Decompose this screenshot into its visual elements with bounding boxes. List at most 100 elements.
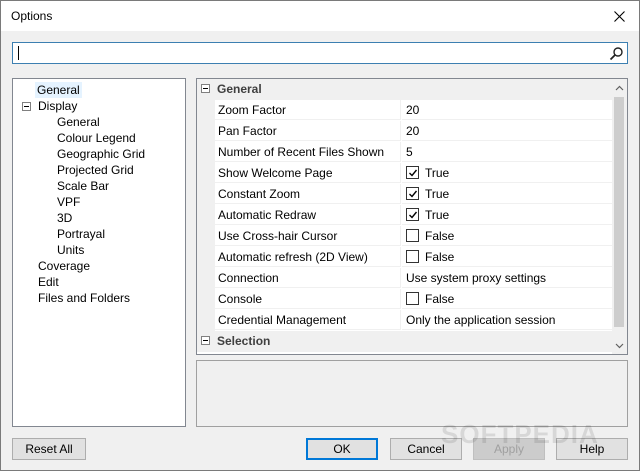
tree-item[interactable]: General bbox=[57, 114, 100, 130]
property-value-text: False bbox=[425, 291, 455, 306]
property-row[interactable]: Console False bbox=[197, 289, 613, 310]
tree-item[interactable]: Scale Bar bbox=[57, 178, 109, 194]
tree-item[interactable]: Units bbox=[57, 242, 84, 258]
row-gutter bbox=[197, 226, 215, 247]
checkmark-icon bbox=[408, 211, 417, 219]
property-row[interactable]: Show Welcome Page True bbox=[197, 163, 613, 184]
property-value[interactable]: Use system proxy settings bbox=[402, 268, 613, 288]
checkbox[interactable] bbox=[406, 229, 419, 242]
property-value[interactable]: False bbox=[402, 247, 613, 267]
category-row[interactable]: Selection bbox=[197, 331, 613, 352]
tree-item[interactable]: Colour Legend bbox=[57, 130, 136, 146]
property-row[interactable]: Constant Zoom True bbox=[197, 184, 613, 205]
property-value[interactable]: Only the application session bbox=[402, 310, 613, 330]
property-name: Zoom Factor bbox=[215, 100, 401, 120]
property-value[interactable]: 5 bbox=[402, 142, 613, 162]
property-grid-scrollbar[interactable] bbox=[612, 79, 627, 354]
row-gutter bbox=[197, 142, 215, 163]
tree-item[interactable]: Projected Grid bbox=[57, 162, 134, 178]
property-name: Automatic Redraw bbox=[215, 205, 401, 225]
tree-item[interactable]: General bbox=[35, 82, 82, 98]
tree-item[interactable]: Portrayal bbox=[57, 226, 105, 242]
text-caret bbox=[18, 46, 19, 60]
search-icon[interactable] bbox=[609, 46, 624, 61]
property-value[interactable]: 20 bbox=[402, 121, 613, 141]
property-value[interactable]: 20 bbox=[402, 100, 613, 120]
category-row[interactable]: General bbox=[197, 79, 613, 100]
tree-item[interactable]: 3D bbox=[57, 210, 72, 226]
checkmark-icon bbox=[408, 169, 417, 177]
collapse-icon[interactable] bbox=[201, 84, 210, 93]
scroll-up-button[interactable] bbox=[612, 79, 627, 96]
property-row[interactable]: Automatic Redraw True bbox=[197, 205, 613, 226]
property-value-text: 20 bbox=[406, 123, 420, 138]
tree-item[interactable]: Display bbox=[38, 98, 77, 114]
property-value-text: False bbox=[425, 249, 455, 264]
tree-item[interactable]: Edit bbox=[38, 274, 59, 290]
checkbox[interactable] bbox=[406, 208, 419, 221]
chevron-down-icon bbox=[615, 343, 624, 348]
row-gutter bbox=[197, 289, 215, 310]
property-value-text: True bbox=[425, 207, 450, 222]
scrollbar-thumb[interactable] bbox=[614, 97, 624, 327]
property-value-text: Only the application session bbox=[406, 312, 556, 327]
property-value-text: 5 bbox=[406, 144, 413, 159]
property-name: Connection bbox=[215, 268, 401, 288]
property-grid[interactable]: General Zoom Factor 20 Pan Factor 20 Number o… bbox=[196, 78, 628, 355]
ok-button[interactable]: OK bbox=[306, 438, 378, 460]
checkbox[interactable] bbox=[406, 250, 419, 263]
property-name: Show Welcome Page bbox=[215, 163, 401, 183]
row-gutter bbox=[197, 163, 215, 184]
property-value-text: True bbox=[425, 186, 450, 201]
row-gutter bbox=[197, 268, 215, 289]
property-value-text: True bbox=[425, 165, 450, 180]
checkbox[interactable] bbox=[406, 166, 419, 179]
property-value[interactable]: True bbox=[402, 184, 613, 204]
close-icon bbox=[613, 10, 625, 22]
property-value-text: 20 bbox=[406, 102, 420, 117]
reset-all-button[interactable]: Reset All bbox=[12, 438, 86, 460]
property-row[interactable]: Automatic refresh (2D View) False bbox=[197, 247, 613, 268]
scroll-down-button[interactable] bbox=[612, 337, 627, 354]
property-value[interactable]: True bbox=[402, 163, 613, 183]
description-panel bbox=[196, 360, 628, 427]
watermark-text: SOFTPEDIA bbox=[441, 419, 599, 449]
property-value-text: Use system proxy settings bbox=[406, 270, 547, 285]
property-row[interactable]: Connection Use system proxy settings bbox=[197, 268, 613, 289]
tree-item[interactable]: Files and Folders bbox=[38, 290, 130, 306]
row-gutter bbox=[197, 100, 215, 121]
row-gutter bbox=[197, 310, 215, 331]
checkmark-icon bbox=[408, 190, 417, 198]
row-gutter bbox=[197, 247, 215, 268]
options-dialog: Options General Display General Colour Lege… bbox=[0, 0, 640, 471]
property-value[interactable]: True bbox=[402, 205, 613, 225]
checkbox[interactable] bbox=[406, 292, 419, 305]
category-label: General bbox=[217, 82, 262, 96]
tree-item[interactable]: Geographic Grid bbox=[57, 146, 145, 162]
tree-collapse-toggle[interactable] bbox=[22, 102, 31, 111]
options-tree[interactable]: General Display General Colour Legend Geogra… bbox=[12, 78, 186, 427]
property-name: Number of Recent Files Shown bbox=[215, 142, 401, 162]
window-title: Options bbox=[11, 9, 53, 23]
tree-item[interactable]: Coverage bbox=[38, 258, 90, 274]
property-row[interactable]: Pan Factor 20 bbox=[197, 121, 613, 142]
close-button[interactable] bbox=[599, 1, 639, 31]
property-name: Credential Management bbox=[215, 310, 401, 330]
property-row[interactable]: Zoom Factor 20 bbox=[197, 100, 613, 121]
property-name: Automatic refresh (2D View) bbox=[215, 247, 401, 267]
property-name: Constant Zoom bbox=[215, 184, 401, 204]
collapse-icon[interactable] bbox=[201, 336, 210, 345]
property-value[interactable]: False bbox=[402, 226, 613, 246]
row-gutter bbox=[197, 205, 215, 226]
chevron-up-icon bbox=[615, 85, 624, 90]
property-value[interactable]: False bbox=[402, 289, 613, 309]
tree-item[interactable]: VPF bbox=[57, 194, 80, 210]
search-input[interactable] bbox=[12, 42, 628, 64]
row-gutter bbox=[197, 184, 215, 205]
checkbox[interactable] bbox=[406, 187, 419, 200]
property-value-text: False bbox=[425, 228, 455, 243]
property-row[interactable]: Credential Management Only the applicatio… bbox=[197, 310, 613, 331]
row-gutter bbox=[197, 121, 215, 142]
property-row[interactable]: Number of Recent Files Shown 5 bbox=[197, 142, 613, 163]
property-row[interactable]: Use Cross-hair Cursor False bbox=[197, 226, 613, 247]
